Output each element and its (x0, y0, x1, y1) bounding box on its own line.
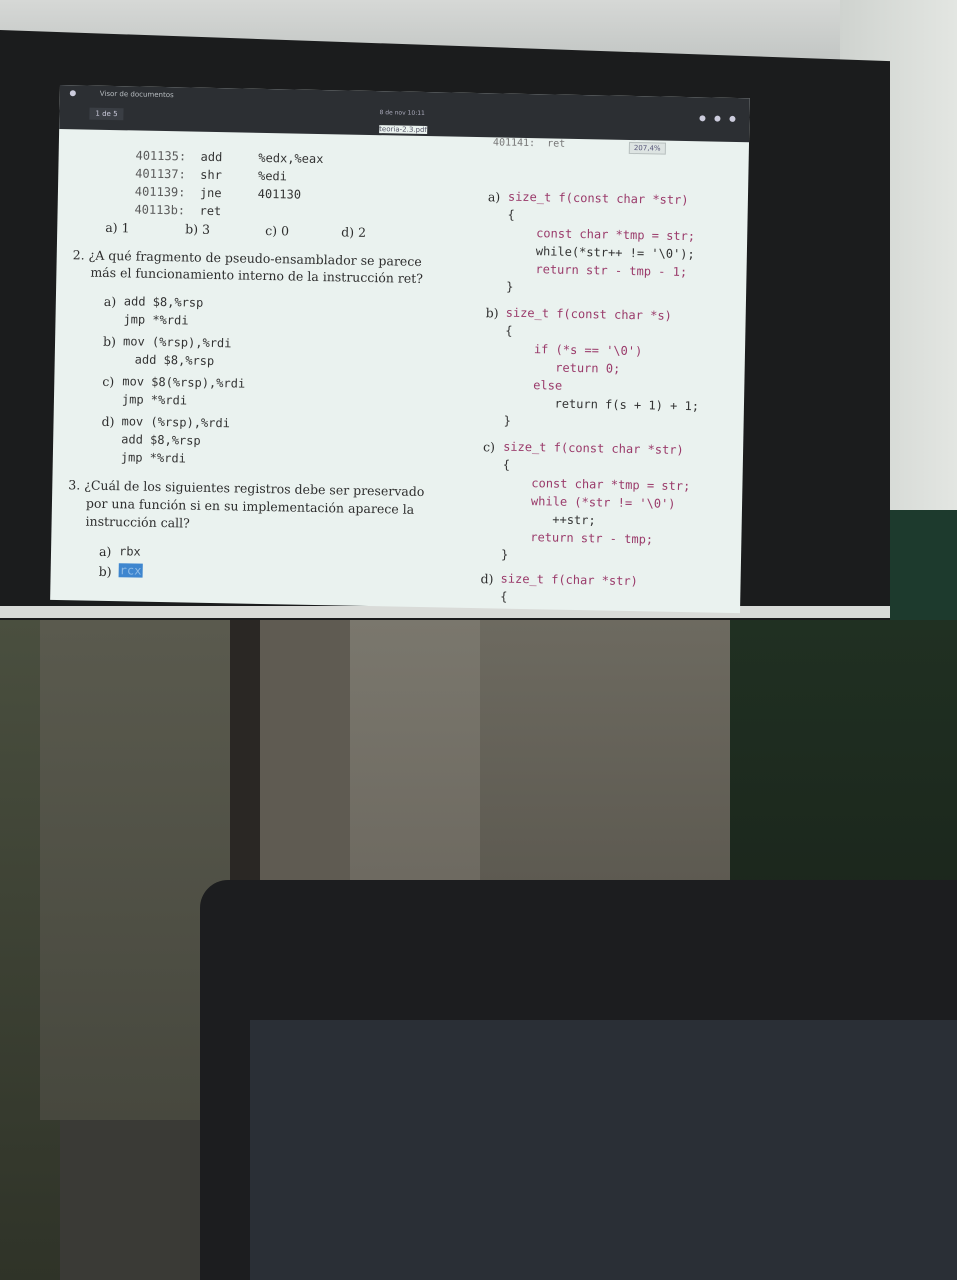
c-code-line: while (*str != '\0') (501, 493, 676, 511)
c-option-label: d) (480, 571, 494, 587)
c-code-line: size_t f(const char *s) (505, 305, 672, 323)
q2-code-line: mov (%rsp),%rdi (121, 414, 231, 431)
app-icon (69, 90, 76, 97)
c-code-line: } (500, 547, 509, 562)
c-code-line: { (507, 207, 515, 222)
projected-document: Visor de documentos 1 de 5 8 de nov 10:1… (50, 85, 750, 614)
page-indicator[interactable]: 1 de 5 (89, 107, 124, 121)
c-code-line: { (500, 589, 508, 604)
c-option-label: c) (482, 439, 496, 455)
q3-option-value: rbx (118, 544, 141, 559)
q2-code-line: add $8,%rsp (123, 294, 204, 310)
c-code-line: size_t f(const char *str) (507, 189, 689, 208)
q2-code-line: jmp *%rdi (121, 392, 188, 408)
q2-code-line: jmp *%rdi (123, 312, 189, 328)
q1-option-d: d) 2 (341, 224, 367, 240)
q2-code-line: mov $8(%rsp),%rdi (122, 374, 246, 391)
asm-args: 401130 (257, 186, 302, 202)
q2-option-label: b) (102, 333, 117, 350)
q3-option-label: b) (98, 563, 112, 580)
c-code-line: size_t f(const char *str) (503, 439, 684, 458)
c-code-line: size_t f(char *str) (500, 571, 638, 589)
q2-code-line: mov (%rsp),%rdi (122, 334, 232, 351)
q3-option-value-selected[interactable]: rcx (118, 563, 143, 578)
c-code-line: return str - tmp - 1; (506, 261, 688, 280)
q2-option-label: a) (103, 293, 117, 310)
q1-option-c: c) 0 (265, 222, 290, 239)
c-code-line: ++str; (501, 511, 596, 528)
clock: 8 de nov 10:11 (379, 109, 425, 118)
zoom-selector[interactable]: 207,4% (628, 141, 666, 155)
c-code-line: { (505, 323, 513, 338)
q2-code-line: add $8,%rsp (134, 352, 215, 369)
q2-code-line: add $8,%rsp (121, 432, 201, 448)
c-code-line: { (502, 457, 511, 472)
page-current: 1 (95, 109, 101, 118)
q1-option-b: b) 3 (185, 221, 211, 237)
c-code-line: const char *tmp = str; (502, 475, 691, 494)
screen-bottom-bar (0, 606, 890, 618)
q2-code-line: jmp *%rdi (120, 450, 187, 466)
power-icon (729, 115, 736, 122)
volume-icon (714, 115, 721, 122)
page-total: de 5 (102, 109, 118, 119)
viewer-app-title: Visor de documentos (99, 89, 174, 100)
q3-option-label: a) (98, 543, 112, 560)
q1-option-a: a) 1 (105, 219, 130, 236)
asm-op: ret (199, 203, 222, 219)
c-code-line: while(*str++ != '\0'); (506, 243, 695, 262)
document-filename: teoria-2.3.pdf (379, 125, 427, 135)
laptop-screen (250, 1020, 957, 1280)
c-option-label: b) (485, 305, 499, 321)
right-door (480, 620, 730, 900)
c-code-line: } (503, 413, 512, 428)
q3-prompt: instrucción call? (85, 513, 190, 531)
asm-addr: 40113b: (134, 202, 186, 218)
c-option-label: a) (487, 189, 501, 205)
network-icon (699, 115, 706, 122)
q2-option-label: d) (101, 413, 115, 430)
c-code-line: } (506, 279, 514, 294)
c-code-line: const char *tmp = str; (507, 225, 696, 244)
cut-off-line: 401141: ret (492, 137, 566, 150)
c-code-line: return f(s + 1) + 1; (503, 395, 700, 414)
c-code-line: else (504, 377, 563, 393)
c-code-line: if (*s == '\0') (504, 341, 643, 359)
q2-option-label: c) (102, 373, 115, 390)
c-code-line: return str - tmp; (501, 529, 654, 547)
c-code-line: return 0; (504, 359, 621, 376)
